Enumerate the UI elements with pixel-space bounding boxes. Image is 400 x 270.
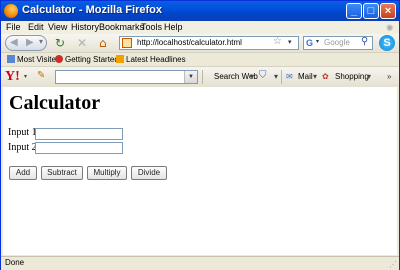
yahoo-toolbar: Y! ▾ ✎ ▼ Search Web ▾ ⛉ ▾ ✉ Mail ▾ ✿ Sho… [1, 66, 399, 87]
reload-icon[interactable]: ↻ [55, 36, 65, 50]
search-engine-dropdown-icon[interactable]: ▾ [316, 38, 319, 45]
menu-bookmarks[interactable]: Bookmarks [99, 22, 144, 32]
shopping-icon[interactable]: ✿ [322, 72, 329, 81]
input-1-field[interactable] [35, 128, 123, 140]
browser-window: Calculator - Mozilla Firefox _ □ × File … [0, 0, 400, 270]
maximize-button[interactable]: □ [363, 3, 379, 19]
search-icon[interactable]: ⚲ [361, 36, 368, 47]
menu-tools[interactable]: Tools [141, 22, 162, 32]
history-dropdown-icon[interactable]: ▾ [39, 37, 43, 46]
subtract-button[interactable]: Subtract [41, 166, 83, 180]
search-web-dropdown-icon[interactable]: ▾ [250, 72, 254, 81]
bookmark-star-icon[interactable]: ☆ [273, 36, 282, 47]
rss-feed-icon [116, 55, 124, 63]
minimize-button[interactable]: _ [346, 3, 362, 19]
window-title: Calculator - Mozilla Firefox [22, 4, 162, 16]
skype-icon[interactable]: S [379, 35, 395, 51]
status-bar: Done ⋰ [1, 256, 399, 270]
input-2-field[interactable] [35, 142, 123, 154]
divide-button[interactable]: Divide [131, 166, 167, 180]
search-placeholder: Google [324, 38, 350, 47]
navigation-toolbar: ◀ ▶ ▾ ↻ ✕ ⌂ http://localhost/calculator.… [1, 34, 399, 52]
yahoo-logo[interactable]: Y! [5, 69, 20, 85]
shield-dropdown-icon[interactable]: ▾ [274, 72, 278, 81]
bookmark-label: Getting Started [65, 55, 119, 64]
menu-view[interactable]: View [48, 22, 67, 32]
menu-bar: File Edit View History Bookmarks Tools H… [1, 21, 399, 34]
toolbar-separator [202, 70, 203, 84]
forward-icon[interactable]: ▶ [26, 37, 34, 48]
status-text: Done [5, 258, 25, 267]
menu-edit[interactable]: Edit [28, 22, 44, 32]
menu-history[interactable]: History [71, 22, 99, 32]
add-button[interactable]: Add [9, 166, 37, 180]
search-box[interactable]: G ▾ Google ⚲ [303, 36, 373, 50]
url-bar[interactable]: http://localhost/calculator.html ☆ ▾ [119, 36, 299, 50]
multiply-button[interactable]: Multiply [87, 166, 127, 180]
close-button[interactable]: × [380, 3, 396, 19]
page-favicon [122, 38, 132, 48]
home-icon[interactable]: ⌂ [99, 36, 107, 50]
menu-help[interactable]: Help [164, 22, 183, 32]
shield-icon[interactable]: ⛉ [259, 70, 267, 81]
bookmarks-toolbar: Most Visited Getting Started Latest Head… [1, 52, 399, 67]
stop-icon[interactable]: ✕ [77, 36, 87, 50]
throbber-icon: ✺ [386, 23, 394, 33]
bookmark-label: Most Visited [17, 55, 61, 64]
bookmark-getting-started[interactable]: Getting Started [55, 55, 119, 64]
bookmark-most-visited[interactable]: Most Visited [7, 55, 60, 64]
back-icon[interactable]: ◀ [10, 37, 18, 48]
mail-button[interactable]: Mail [298, 72, 313, 81]
bookmark-label: Latest Headlines [126, 55, 186, 64]
chevron-right-icon[interactable]: » [387, 72, 391, 81]
mail-icon[interactable]: ✉ [286, 72, 293, 81]
folder-icon [7, 55, 15, 63]
pencil-icon[interactable]: ✎ [37, 70, 45, 81]
yahoo-menu-dropdown-icon[interactable]: ▾ [24, 73, 27, 80]
yahoo-search-input[interactable]: ▼ [55, 70, 198, 84]
mail-dropdown-icon[interactable]: ▾ [313, 72, 317, 81]
shopping-button[interactable]: Shopping [335, 72, 369, 81]
firefox-icon [4, 4, 18, 18]
chevron-down-icon[interactable]: ▼ [184, 71, 197, 83]
page-content: Calculator Input 1: Input 2: Add Subtrac… [3, 87, 397, 255]
back-forward-group: ◀ ▶ ▾ [5, 35, 47, 51]
bookmark-latest-headlines[interactable]: Latest Headlines [116, 55, 186, 64]
url-text: http://localhost/calculator.html [137, 38, 242, 47]
search-engine-icon[interactable]: G [306, 38, 316, 48]
resize-grip-icon[interactable]: ⋰ [389, 260, 397, 269]
firefox-bookmark-icon [55, 55, 63, 63]
menu-file[interactable]: File [6, 22, 21, 32]
toolbar-separator [281, 70, 282, 84]
shopping-dropdown-icon[interactable]: ▾ [367, 72, 371, 81]
title-bar: Calculator - Mozilla Firefox _ □ × [1, 1, 399, 21]
url-dropdown-icon[interactable]: ▾ [288, 38, 292, 46]
page-title: Calculator [9, 92, 101, 114]
